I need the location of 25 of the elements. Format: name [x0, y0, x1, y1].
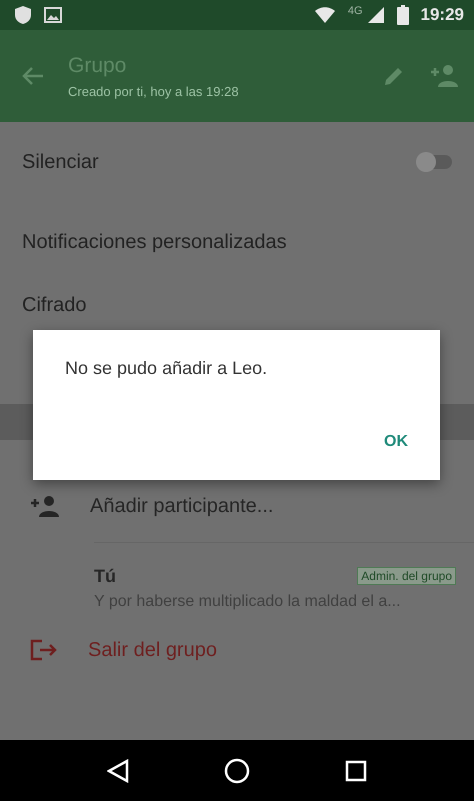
- battery-icon: [396, 5, 409, 25]
- clock-time: 19:29: [420, 5, 464, 25]
- image-icon: [44, 7, 62, 23]
- add-person-icon[interactable]: [430, 64, 458, 88]
- back-icon[interactable]: [107, 758, 130, 782]
- exit-group-label[interactable]: Salir del grupo: [88, 638, 217, 662]
- admin-badge: Admin. del grupo: [357, 567, 456, 585]
- dialog-message: No se pudo añadir a Leo.: [65, 358, 268, 379]
- home-icon[interactable]: [224, 758, 250, 784]
- signal-icon: [366, 6, 385, 24]
- add-participant-label[interactable]: Añadir participante...: [90, 494, 274, 518]
- group-subtitle: Creado por ti, hoy a las 19:28: [68, 84, 240, 98]
- member-name: Tú: [94, 566, 117, 586]
- network-type: 4G: [348, 5, 363, 17]
- setting-label[interactable]: Notificaciones personalizadas: [22, 230, 452, 254]
- setting-label[interactable]: Silenciar: [22, 150, 418, 174]
- exit-icon: [30, 639, 58, 661]
- add-person-icon: [30, 495, 60, 517]
- mute-toggle[interactable]: [418, 155, 452, 169]
- wifi-icon: [314, 6, 336, 24]
- recents-icon[interactable]: [344, 760, 367, 782]
- ok-button[interactable]: OK: [374, 426, 418, 456]
- shield-icon: [14, 5, 32, 25]
- setting-label[interactable]: Cifrado: [22, 294, 452, 317]
- back-arrow-icon[interactable]: [22, 66, 44, 86]
